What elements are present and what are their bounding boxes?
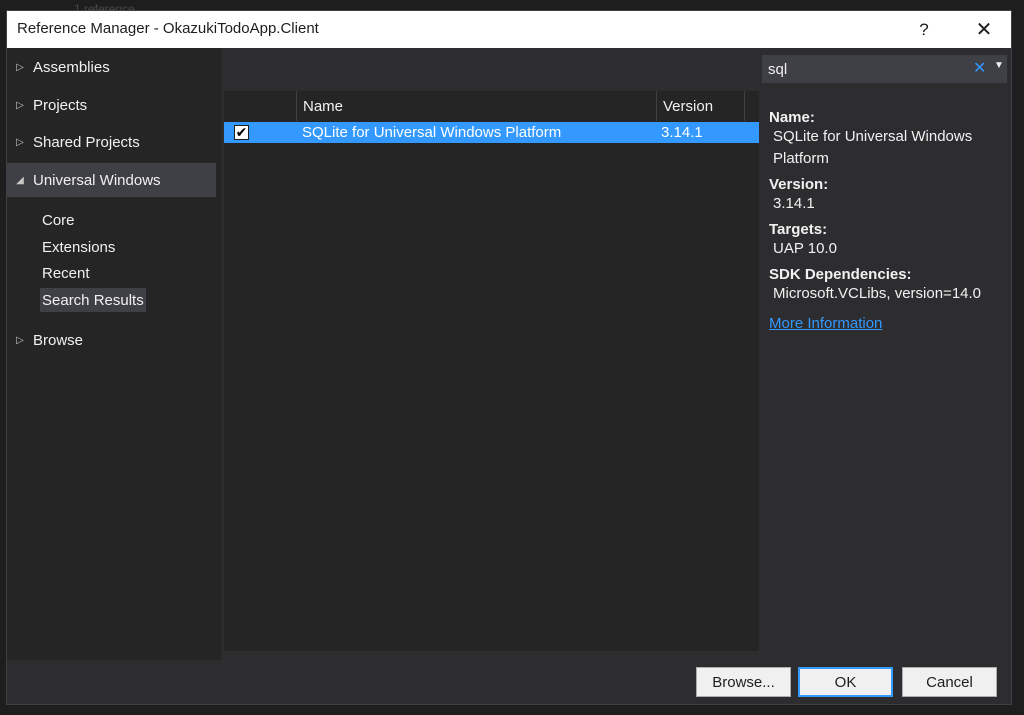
nav-sub-search-results[interactable]: Search Results [40,288,146,312]
detail-version-label: Version: [769,176,829,193]
cancel-button[interactable]: Cancel [902,667,997,697]
detail-version-value: 3.14.1 [773,195,815,212]
row-version: 3.14.1 [661,124,703,141]
clear-search-icon[interactable]: ✕ [973,58,986,78]
expand-triangle-icon: ▷ [16,61,24,73]
details-panel: Name: SQLite for Universal Windows Platf… [769,103,1009,332]
nav-item-label: Assemblies [33,58,110,76]
detail-targets-label: Targets: [769,221,828,238]
list-header: Name Version [224,91,759,121]
more-information-link[interactable]: More Information [769,315,1009,332]
reference-list: Name Version ✔ SQLite for Universal Wind… [224,91,759,651]
nav-sub-core[interactable]: Core [40,208,77,232]
nav-item-projects[interactable]: ▷ Projects [7,88,216,122]
row-name: SQLite for Universal Windows Platform [302,124,562,141]
nav-item-label: Universal Windows [33,171,161,189]
detail-name-value: SQLite for Universal Windows Platform [773,128,973,167]
nav-item-browse[interactable]: ▷ Browse [7,323,216,357]
nav-item-label: Shared Projects [33,133,140,151]
expand-triangle-icon: ▷ [16,334,24,346]
detail-sdk-value: Microsoft.VCLibs, version=14.0 [773,285,982,302]
search-box: ✕ ▼ [762,55,1007,83]
column-header-filler [744,91,759,121]
column-header-name[interactable]: Name [296,91,656,121]
column-header-version[interactable]: Version [656,91,744,121]
nav-item-shared-projects[interactable]: ▷ Shared Projects [7,125,216,159]
column-header-check[interactable] [224,91,296,121]
row-checkbox[interactable]: ✔ [234,125,249,140]
search-input[interactable] [768,58,958,80]
expand-triangle-icon: ▷ [16,99,24,111]
window-title: Reference Manager - OkazukiTodoApp.Clien… [17,20,319,37]
collapse-triangle-icon: ◢ [16,174,24,186]
title-bar: Reference Manager - OkazukiTodoApp.Clien… [7,11,1011,48]
ok-button[interactable]: OK [798,667,893,697]
nav-sub-recent[interactable]: Recent [40,261,92,285]
dialog-footer: Browse... OK Cancel [7,660,1011,704]
nav-item-universal-windows[interactable]: ◢ Universal Windows [7,163,216,197]
nav-sub-extensions[interactable]: Extensions [40,235,117,259]
detail-targets-value: UAP 10.0 [773,240,837,257]
table-row[interactable]: ✔ SQLite for Universal Windows Platform … [224,122,759,143]
detail-name-label: Name: [769,109,815,126]
help-button[interactable]: ? [901,11,947,48]
close-button[interactable]: ✕ [961,11,1007,48]
nav-item-assemblies[interactable]: ▷ Assemblies [7,50,216,84]
nav-item-label: Browse [33,331,84,349]
detail-sdk-label: SDK Dependencies: [769,266,912,283]
category-nav: ▷ Assemblies ▷ Projects ▷ Shared Project… [7,48,221,660]
reference-manager-dialog: Reference Manager - OkazukiTodoApp.Clien… [6,10,1012,705]
expand-triangle-icon: ▷ [16,136,24,148]
browse-button[interactable]: Browse... [696,667,791,697]
search-dropdown-icon[interactable]: ▼ [994,60,1004,71]
nav-item-label: Projects [33,96,88,114]
